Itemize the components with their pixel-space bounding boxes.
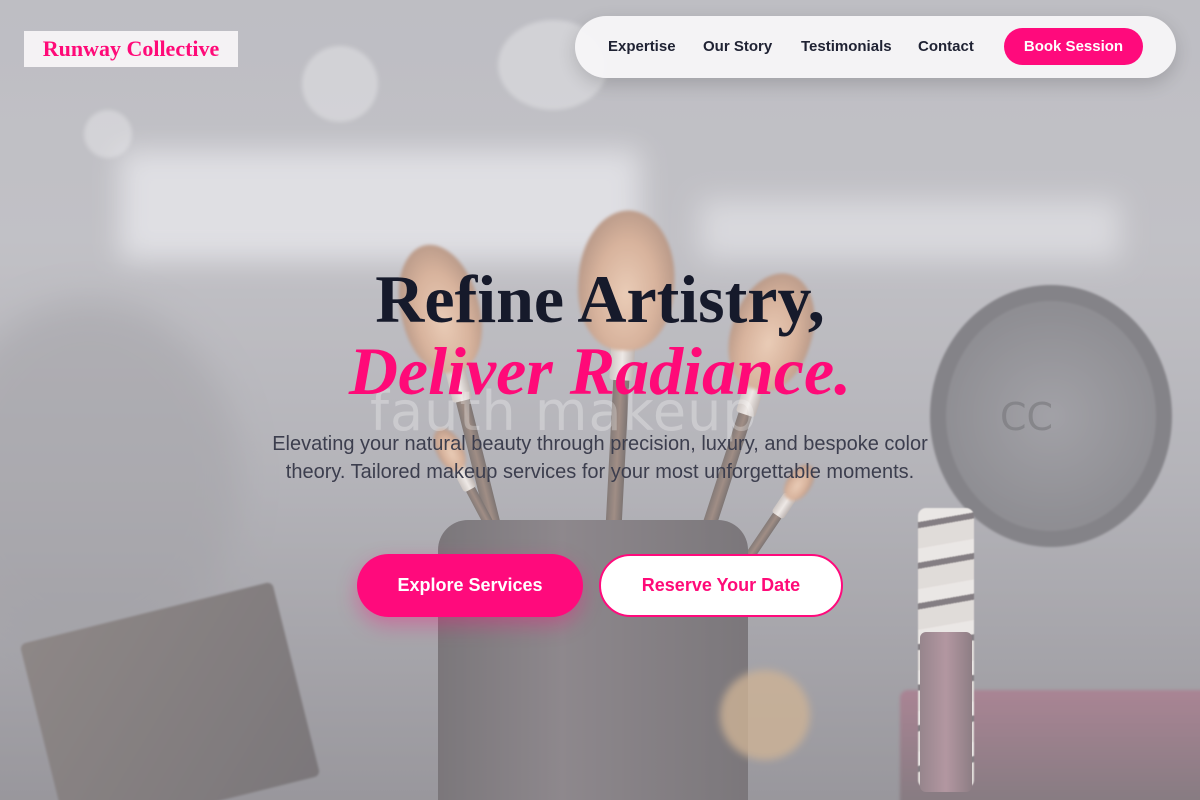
main-navigation: Expertise Our Story Testimonials Contact… <box>575 16 1176 78</box>
nav-link-our-story[interactable]: Our Story <box>703 16 772 78</box>
nav-link-contact[interactable]: Contact <box>918 16 974 78</box>
explore-services-button[interactable]: Explore Services <box>357 554 583 617</box>
book-session-button[interactable]: Book Session <box>1004 28 1143 65</box>
hero-title-line2: Deliver Radiance. <box>348 333 852 409</box>
hero-title-line1: Refine Artistry, <box>375 261 825 337</box>
nav-link-testimonials[interactable]: Testimonials <box>801 16 892 78</box>
brand-logo[interactable]: Runway Collective <box>24 31 238 67</box>
reserve-date-button[interactable]: Reserve Your Date <box>599 554 843 617</box>
nav-link-expertise[interactable]: Expertise <box>608 16 676 78</box>
hero-subtitle: Elevating your natural beauty through pr… <box>272 433 928 483</box>
